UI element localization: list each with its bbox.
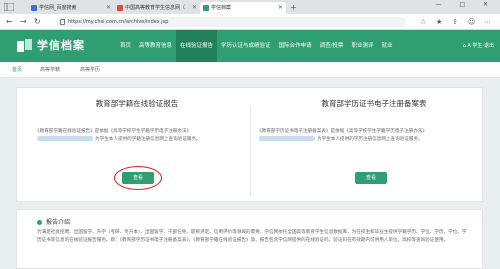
breadcrumb-item-enrollment[interactable]: 高等学籍 (40, 62, 60, 78)
share-icon[interactable]: ⇪ (452, 14, 458, 30)
lock-icon (60, 19, 65, 25)
favorites-star-icon[interactable]: ☆ (420, 14, 426, 30)
report-intro-section: 报告介绍 为满足社会招聘、出国留学、升学（考研、专升本）、出国留学、干部任免、职… (16, 209, 483, 269)
browser-tab-active[interactable]: 学信档案 ✕ (200, 2, 286, 14)
refresh-icon[interactable]: ↻ (34, 14, 41, 30)
nav-item-higher-education[interactable]: 高等教育信息 (135, 30, 176, 62)
browser-tab[interactable]: 学信网_百度搜索 ✕ (28, 2, 114, 14)
favicon-icon (203, 5, 209, 11)
tab-title: 中国高等教育学生信息网（ (125, 5, 186, 11)
browser-tab-strip: 学信网_百度搜索 ✕ 中国高等教育学生信息网（ ✕ 学信档案 ✕ + — □ ✕ (0, 0, 500, 14)
favicon-icon (31, 5, 37, 11)
breadcrumb-item-degree[interactable]: 高等学历 (80, 62, 100, 78)
report-intro-text: 为满足社会招聘、出国留学、升学（考研、专升本）、出国留学、干部任免、职称评定、信… (37, 230, 467, 243)
tab-title: 学信网_百度搜索 (39, 5, 77, 11)
profile-icon[interactable]: ☺ (468, 14, 475, 30)
enrollment-report-description: 《教育部学籍在线验证报告》是依据《高等学校学生学籍学历电子注册办法》为学生本人提… (35, 128, 240, 144)
report-intro-heading-text: 报告介绍 (46, 219, 71, 226)
degree-record-title: 教育部学历证书电子注册备案表 (321, 99, 427, 108)
collections-icon[interactable]: ★ (436, 14, 442, 30)
address-bar: ← → ↻ https://my.chsi.com.cn/archive/ind… (0, 14, 500, 30)
view-enrollment-report-button[interactable]: 查看 (122, 172, 154, 184)
nav-item-home[interactable]: 首页 (116, 30, 135, 62)
url-field[interactable]: https://my.chsi.com.cn/archive/index.jsp (56, 17, 406, 27)
nav-item-online-verification[interactable]: 在线验证报告 (176, 30, 218, 62)
view-degree-record-button[interactable]: 查看 (355, 172, 387, 184)
close-tab-icon[interactable]: ✕ (192, 2, 197, 14)
back-icon[interactable]: ← (6, 14, 13, 30)
nav-item-international[interactable]: 国际合作申请 (275, 30, 316, 62)
new-tab-button[interactable]: + (290, 2, 297, 14)
description-text: 为学生本人提供的学籍注册信息网上查询验证服务。 (95, 137, 201, 142)
description-text: 《教育部学籍在线验证报告》是依据《高等学校学生学籍学历电子注册办法》 (35, 129, 192, 134)
breadcrumb-item-home[interactable]: 首页 (12, 62, 22, 78)
description-text: 《教育部学历证书电子注册备案表》是依据《高等学校学生学籍学历电子注册办法》 (257, 129, 427, 134)
window-controls[interactable]: — □ ✕ (435, 1, 496, 8)
redacted-text (37, 136, 93, 141)
column-divider (250, 106, 251, 196)
nav-item-survey[interactable]: 调查/投票 (316, 30, 348, 62)
logo-icon (17, 39, 32, 52)
bullet-icon (37, 220, 42, 225)
tab-title: 学信档案 (211, 5, 232, 11)
user-menu[interactable]: ⌂ A 学生·退出 (463, 30, 494, 62)
nav-item-career-test[interactable]: 职业测评 (347, 30, 377, 62)
description-text: 为学生本人提供的学历注册信息网上查询验证服务。 (317, 137, 423, 142)
browser-tab[interactable]: 中国高等教育学生信息网（ ✕ (114, 2, 200, 14)
tab-actions-icon[interactable] (4, 3, 14, 11)
enrollment-report-title: 教育部学籍在线验证报告 (95, 99, 179, 108)
nav-item-employment[interactable]: 就业 (377, 30, 396, 62)
degree-record-description: 《教育部学历证书电子注册备案表》是依据《高等学校学生学籍学历电子注册办法》为学生… (257, 128, 467, 144)
main-nav: 首页 高等教育信息 在线验证报告 学历认证与成绩验证 国际合作申请 调查/投票 … (116, 30, 396, 62)
breadcrumb: 首页 高等学籍 高等学历 (0, 62, 500, 78)
redacted-text (259, 136, 315, 141)
nav-item-certification[interactable]: 学历认证与成绩验证 (217, 30, 275, 62)
close-tab-icon[interactable]: ✕ (106, 2, 111, 14)
forward-icon[interactable]: → (20, 14, 27, 30)
site-header: 学信档案 首页 高等教育信息 在线验证报告 学历认证与成绩验证 国际合作申请 调… (0, 30, 500, 62)
more-menu-icon[interactable]: ⋯ (484, 14, 491, 30)
site-logo-text[interactable]: 学信档案 (37, 37, 85, 55)
favicon-icon (117, 5, 123, 11)
close-tab-icon[interactable]: ✕ (278, 2, 283, 14)
report-intro-heading: 报告介绍 (37, 217, 70, 226)
report-card-panel: 教育部学籍在线验证报告 《教育部学籍在线验证报告》是依据《高等学校学生学籍学历电… (16, 87, 483, 202)
url-text: https://my.chsi.com.cn/archive/index.jsp (68, 19, 169, 25)
